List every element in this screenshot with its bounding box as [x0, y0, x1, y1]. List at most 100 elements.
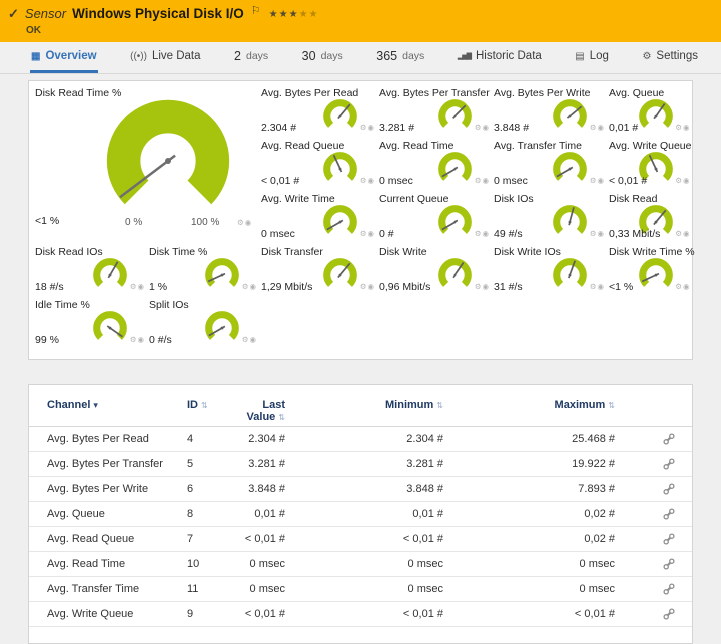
gauge-action-icons[interactable]: ⚙◉ [590, 123, 605, 132]
gauge-action-icons[interactable]: ⚙◉ [130, 335, 145, 344]
cell-last-value: 0,01 # [233, 508, 285, 520]
gauge-avg-bytes-per-read: Avg. Bytes Per Read 2.304 # ⚙◉ [261, 87, 379, 140]
gear-icon[interactable]: ⚙ [675, 176, 683, 185]
cell-minimum: 0 msec [285, 583, 443, 595]
pin-icon[interactable]: ◉ [597, 176, 605, 185]
table-body: Avg. Bytes Per Read 4 2.304 # 2.304 # 25… [29, 427, 692, 627]
gauge-action-icons[interactable]: ⚙◉ [590, 229, 605, 238]
gauge-dial [203, 309, 241, 347]
pin-icon[interactable]: ◉ [249, 282, 257, 291]
gauge-action-icons[interactable]: ⚙◉ [242, 282, 257, 291]
column-header-id[interactable]: ID⇅ [187, 399, 233, 426]
channel-settings-wrench-icon[interactable] [662, 482, 676, 496]
gear-icon[interactable]: ⚙ [675, 123, 683, 132]
pin-icon[interactable]: ◉ [482, 123, 490, 132]
gauge-action-icons[interactable]: ⚙◉ [237, 218, 252, 227]
channel-settings-wrench-icon[interactable] [662, 582, 676, 596]
gauge-action-icons[interactable]: ⚙◉ [590, 282, 605, 291]
priority-stars[interactable]: ★★★★★ [269, 5, 319, 23]
gauge-action-icons[interactable]: ⚙◉ [675, 229, 690, 238]
channel-row[interactable]: Avg. Write Queue 9 < 0,01 # < 0,01 # < 0… [29, 602, 692, 627]
column-header-maximum[interactable]: Maximum⇅ [443, 399, 615, 426]
channel-settings-wrench-icon[interactable] [662, 532, 676, 546]
channel-settings-wrench-icon[interactable] [662, 557, 676, 571]
channel-row[interactable]: Avg. Bytes Per Write 6 3.848 # 3.848 # 7… [29, 477, 692, 502]
gauge-action-icons[interactable]: ⚙◉ [475, 229, 490, 238]
cell-maximum: < 0,01 # [443, 608, 615, 620]
gauge-avg-read-time: Avg. Read Time 0 msec ⚙◉ [379, 140, 494, 193]
tab-label: days [246, 50, 268, 62]
pin-icon[interactable]: ◉ [482, 282, 490, 291]
gauge-action-icons[interactable]: ⚙◉ [675, 176, 690, 185]
gear-icon[interactable]: ⚙ [675, 282, 683, 291]
pin-icon[interactable]: ◉ [597, 229, 605, 238]
gauge-dial [321, 203, 359, 241]
pin-icon[interactable]: ◉ [137, 335, 145, 344]
gauge-action-icons[interactable]: ⚙◉ [242, 335, 257, 344]
gauge-action-icons[interactable]: ⚙◉ [675, 123, 690, 132]
pin-icon[interactable]: ◉ [367, 282, 375, 291]
pin-icon[interactable]: ◉ [597, 282, 605, 291]
cell-id: 7 [187, 533, 233, 545]
column-label: Channel [47, 399, 90, 411]
channel-settings-wrench-icon[interactable] [662, 607, 676, 621]
channel-row[interactable]: Avg. Bytes Per Transfer 5 3.281 # 3.281 … [29, 452, 692, 477]
flag-icon[interactable]: ⚐ [251, 3, 261, 19]
cell-channel: Avg. Write Queue [47, 608, 187, 620]
pin-icon[interactable]: ◉ [367, 229, 375, 238]
gauge-action-icons[interactable]: ⚙◉ [360, 282, 375, 291]
pin-icon[interactable]: ◉ [683, 282, 691, 291]
gauge-action-icons[interactable]: ⚙◉ [130, 282, 145, 291]
column-header-last-value[interactable]: Last Value⇅ [233, 399, 285, 426]
pin-icon[interactable]: ◉ [683, 123, 691, 132]
gauge-action-icons[interactable]: ⚙◉ [475, 123, 490, 132]
channel-settings-wrench-icon[interactable] [662, 507, 676, 521]
gauge-avg-write-queue: Avg. Write Queue < 0,01 # ⚙◉ [609, 140, 695, 193]
cell-actions [615, 482, 676, 496]
gauge-action-icons[interactable]: ⚙◉ [360, 229, 375, 238]
pin-icon[interactable]: ◉ [137, 282, 145, 291]
tab-overview[interactable]: ▦Overview [30, 42, 98, 73]
pin-icon[interactable]: ◉ [683, 176, 691, 185]
gauge-label: Avg. Write Time [261, 193, 379, 205]
tab-log[interactable]: ▤Log [574, 42, 610, 73]
pin-icon[interactable]: ◉ [249, 335, 257, 344]
cell-actions [615, 557, 676, 571]
gauge-action-icons[interactable]: ⚙◉ [475, 282, 490, 291]
gear-icon[interactable]: ⚙ [237, 218, 245, 227]
cell-maximum: 25.468 # [443, 433, 615, 445]
pin-icon[interactable]: ◉ [482, 176, 490, 185]
gauge-action-icons[interactable]: ⚙◉ [360, 176, 375, 185]
tab-365-days[interactable]: 365days [375, 42, 425, 73]
channel-row[interactable]: Avg. Read Queue 7 < 0,01 # < 0,01 # 0,02… [29, 527, 692, 552]
tab-label: Settings [656, 50, 698, 62]
tab-historic-data[interactable]: ▂▅▇Historic Data [457, 42, 543, 73]
tab-30-days[interactable]: 30days [301, 42, 344, 73]
gauge-action-icons[interactable]: ⚙◉ [360, 123, 375, 132]
pin-icon[interactable]: ◉ [367, 123, 375, 132]
gauge-disk-transfer: Disk Transfer 1,29 Mbit/s ⚙◉ [261, 246, 379, 299]
channel-row[interactable]: Avg. Transfer Time 11 0 msec 0 msec 0 ms… [29, 577, 692, 602]
pin-icon[interactable]: ◉ [482, 229, 490, 238]
gear-icon[interactable]: ⚙ [675, 229, 683, 238]
tab-live-data[interactable]: ((•))Live Data [129, 42, 201, 73]
gauge-idle-time: Idle Time % 99 % ⚙◉ [35, 299, 149, 352]
gauge-action-icons[interactable]: ⚙◉ [675, 282, 690, 291]
channel-row[interactable]: Avg. Bytes Per Read 4 2.304 # 2.304 # 25… [29, 427, 692, 452]
column-header-channel[interactable]: Channel▾ [47, 399, 187, 426]
tab-settings[interactable]: ⚙Settings [641, 42, 699, 73]
pin-icon[interactable]: ◉ [683, 229, 691, 238]
cell-actions [615, 607, 676, 621]
channel-row[interactable]: Avg. Queue 8 0,01 # 0,01 # 0,02 # [29, 502, 692, 527]
gauge-action-icons[interactable]: ⚙◉ [590, 176, 605, 185]
pin-icon[interactable]: ◉ [245, 218, 253, 227]
channel-settings-wrench-icon[interactable] [662, 432, 676, 446]
gauge-disk-read-ios: Disk Read IOs 18 #/s ⚙◉ [35, 246, 149, 299]
gauge-action-icons[interactable]: ⚙◉ [475, 176, 490, 185]
tab-2-days[interactable]: 2days [233, 42, 269, 73]
column-header-minimum[interactable]: Minimum⇅ [285, 399, 443, 426]
channel-row[interactable]: Avg. Read Time 10 0 msec 0 msec 0 msec [29, 552, 692, 577]
pin-icon[interactable]: ◉ [367, 176, 375, 185]
channel-settings-wrench-icon[interactable] [662, 457, 676, 471]
pin-icon[interactable]: ◉ [597, 123, 605, 132]
